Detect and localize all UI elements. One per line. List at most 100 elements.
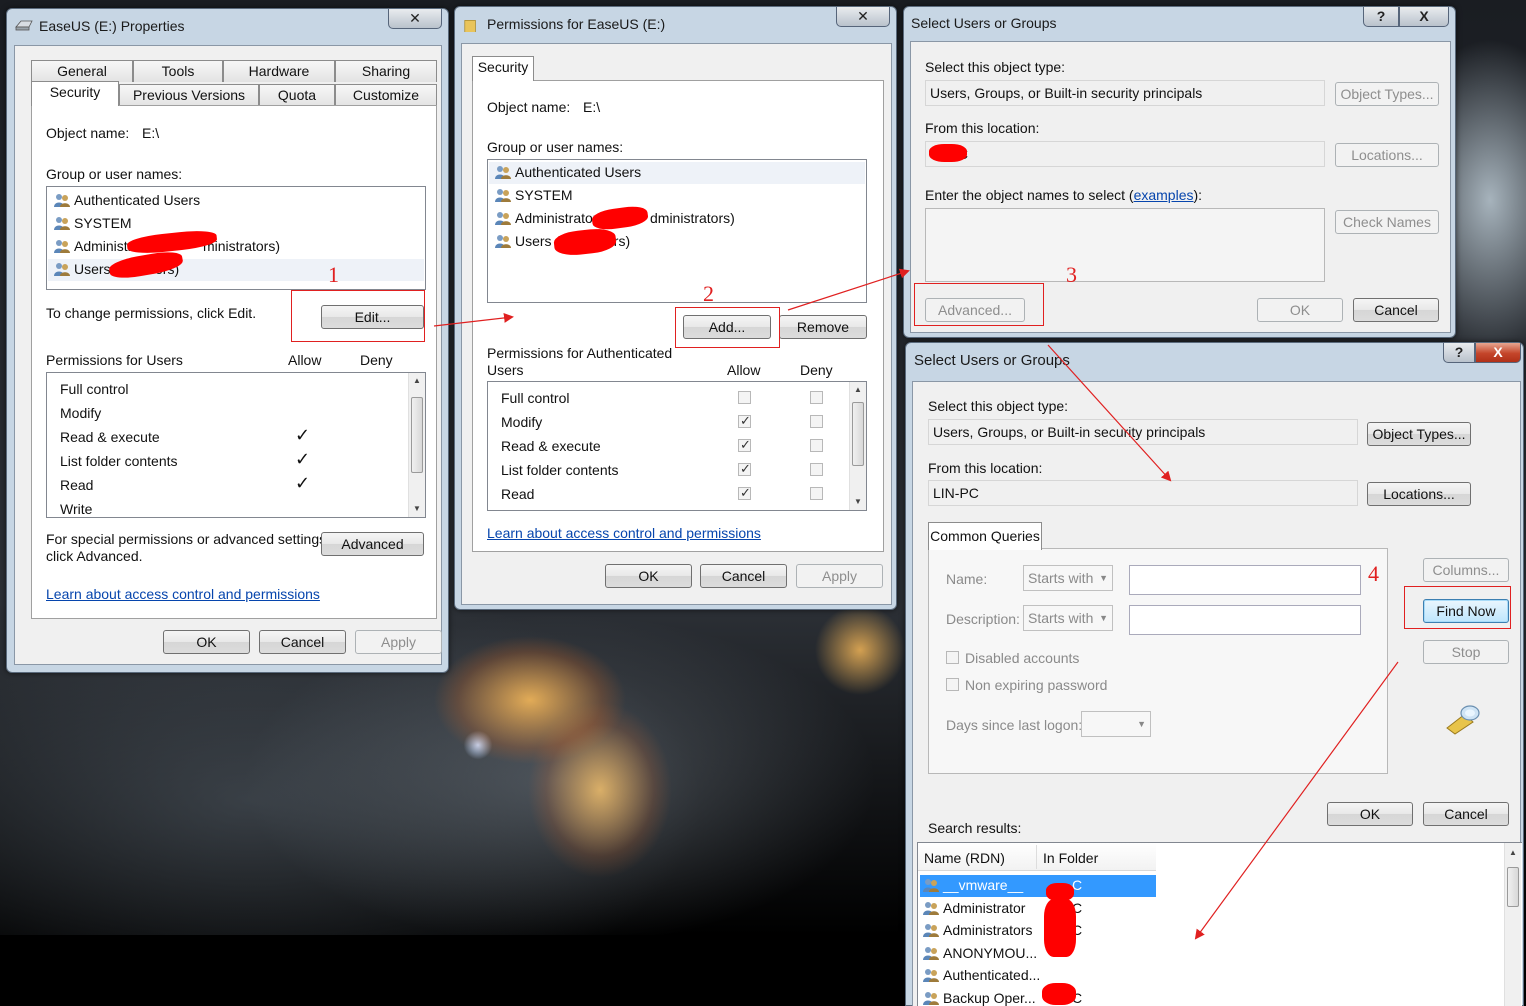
list-item[interactable]: Administrators dministrators) (494, 210, 864, 226)
tab-hardware[interactable]: Hardware (223, 60, 335, 82)
column-header-name[interactable]: Name (RDN) (924, 850, 1005, 866)
tab-sharing[interactable]: Sharing (335, 60, 437, 82)
scroll-down-icon[interactable]: ▼ (850, 494, 866, 510)
object-types-button[interactable]: Object Types... (1335, 82, 1439, 106)
disabled-accounts-checkbox[interactable] (946, 651, 959, 664)
scroll-thumb[interactable] (1507, 867, 1519, 907)
permissions-title: Permissions for EaseUS (E:) (487, 16, 666, 32)
tab-tools[interactable]: Tools (133, 60, 223, 82)
table-row-selected-content[interactable]: __vmware__ C (922, 877, 1158, 897)
list-item[interactable]: Administra ministrators) (53, 238, 423, 254)
name-match-combo[interactable]: Starts with ▼ (1023, 565, 1113, 591)
tab-security[interactable]: Security (31, 81, 119, 106)
locations-button[interactable]: Locations... (1367, 482, 1471, 506)
learn-access-control-link[interactable]: Learn about access control and permissio… (46, 586, 320, 602)
deny-checkbox-read[interactable] (810, 487, 823, 500)
check-names-button[interactable]: Check Names (1335, 210, 1439, 234)
cancel-button[interactable]: Cancel (1353, 298, 1439, 322)
allow-checkbox-list-folder[interactable] (738, 461, 751, 477)
permission-row: Read & execute (501, 438, 601, 454)
table-row[interactable]: Authenticated... (922, 967, 1158, 987)
permission-row: List folder contents (60, 453, 178, 469)
allow-checkbox-read-execute[interactable] (738, 437, 751, 453)
allow-checkbox-modify[interactable] (738, 413, 751, 429)
ok-button[interactable]: OK (1257, 298, 1343, 322)
tab-security[interactable]: Security (472, 56, 534, 81)
redaction-mark (1042, 983, 1076, 1005)
change-permissions-text: To change permissions, click Edit. (46, 305, 257, 321)
list-item[interactable]: SYSTEM (494, 187, 573, 203)
columns-button[interactable]: Columns... (1423, 558, 1509, 582)
scroll-up-icon[interactable]: ▲ (1505, 845, 1521, 861)
tab-customize[interactable]: Customize (335, 84, 437, 106)
description-input[interactable] (1129, 605, 1361, 635)
group-user-list[interactable]: Authenticated Users SYSTEM Administrator… (487, 159, 867, 303)
permissions-scrollbar[interactable]: ▲ ▼ (408, 373, 425, 517)
tab-previous-versions[interactable]: Previous Versions (119, 84, 259, 106)
select-users-window-advanced: Select Users or Groups ? X Select this o… (905, 342, 1524, 1006)
object-type-label: Select this object type: (925, 59, 1066, 75)
close-button[interactable]: ✕ (836, 7, 890, 27)
examples-link[interactable]: examples (1134, 187, 1194, 203)
list-item[interactable]: Users (ers) (494, 233, 864, 249)
scroll-up-icon[interactable]: ▲ (409, 373, 425, 389)
search-results-label: Search results: (928, 820, 1022, 836)
permissions-scrollbar[interactable]: ▲ ▼ (849, 382, 866, 510)
cancel-button[interactable]: Cancel (700, 564, 787, 588)
table-row[interactable]: Administrator C (922, 900, 1158, 920)
tab-common-queries[interactable]: Common Queries (928, 522, 1042, 550)
deny-checkbox-list-folder[interactable] (810, 463, 823, 476)
close-button[interactable]: ✕ (388, 9, 442, 29)
highlight-advanced-button (914, 283, 1044, 326)
list-item-selected[interactable]: Users (sers) (48, 259, 424, 281)
name-input[interactable] (1129, 565, 1361, 595)
search-results-list[interactable]: Name (RDN) In Folder __vmware__ C Administ… (917, 842, 1522, 1006)
object-types-button[interactable]: Object Types... (1367, 422, 1471, 446)
list-item-selected[interactable]: Authenticated Users (489, 162, 865, 184)
stop-button[interactable]: Stop (1423, 640, 1509, 664)
tab-quota[interactable]: Quota (259, 84, 335, 106)
close-button[interactable]: X (1399, 7, 1449, 27)
list-item[interactable]: SYSTEM (53, 215, 132, 231)
user-group-icon (495, 189, 511, 202)
step-number-1: 1 (328, 262, 339, 287)
scroll-thumb[interactable] (852, 402, 864, 466)
column-header-folder[interactable]: In Folder (1043, 850, 1098, 866)
days-since-logon-combo[interactable]: ▼ (1081, 711, 1151, 737)
special-permissions-text: For special permissions or advanced sett… (46, 531, 331, 547)
scroll-thumb[interactable] (411, 397, 423, 473)
ok-button[interactable]: OK (605, 564, 692, 588)
allow-checkbox-read[interactable] (738, 485, 751, 501)
results-scrollbar[interactable]: ▲ (1504, 843, 1521, 1006)
group-user-list[interactable]: Authenticated Users SYSTEM Administra min… (46, 186, 426, 290)
help-button[interactable]: ? (1363, 7, 1399, 27)
scroll-down-icon[interactable]: ▼ (409, 501, 425, 517)
help-button[interactable]: ? (1443, 343, 1475, 363)
non-expiring-password-checkbox[interactable] (946, 678, 959, 691)
column-divider (1036, 845, 1037, 869)
deny-checkbox-read-execute[interactable] (810, 439, 823, 452)
apply-button[interactable]: Apply (796, 564, 883, 588)
deny-checkbox-full-control[interactable] (810, 391, 823, 404)
locations-button[interactable]: Locations... (1335, 143, 1439, 167)
list-item[interactable]: Authenticated Users (53, 192, 200, 208)
table-row[interactable]: Backup Oper... C (922, 990, 1158, 1006)
deny-checkbox-modify[interactable] (810, 415, 823, 428)
remove-button[interactable]: Remove (779, 315, 867, 339)
close-button[interactable]: X (1475, 343, 1521, 363)
cancel-button[interactable]: Cancel (1423, 802, 1509, 826)
object-names-input[interactable] (925, 208, 1325, 282)
tab-general[interactable]: General (31, 60, 133, 82)
advanced-button[interactable]: Advanced (321, 532, 424, 556)
learn-access-control-link[interactable]: Learn about access control and permissio… (487, 525, 761, 541)
table-row[interactable]: Administrators C (922, 922, 1158, 942)
allow-checkbox-full-control[interactable] (738, 391, 751, 404)
redaction-mark (929, 144, 967, 162)
cancel-button[interactable]: Cancel (259, 630, 346, 654)
description-match-combo[interactable]: Starts with ▼ (1023, 605, 1113, 631)
ok-button[interactable]: OK (163, 630, 250, 654)
apply-button[interactable]: Apply (355, 630, 442, 654)
scroll-up-icon[interactable]: ▲ (850, 382, 866, 398)
table-row[interactable]: ANONYMOU... (922, 945, 1158, 965)
ok-button[interactable]: OK (1327, 802, 1413, 826)
